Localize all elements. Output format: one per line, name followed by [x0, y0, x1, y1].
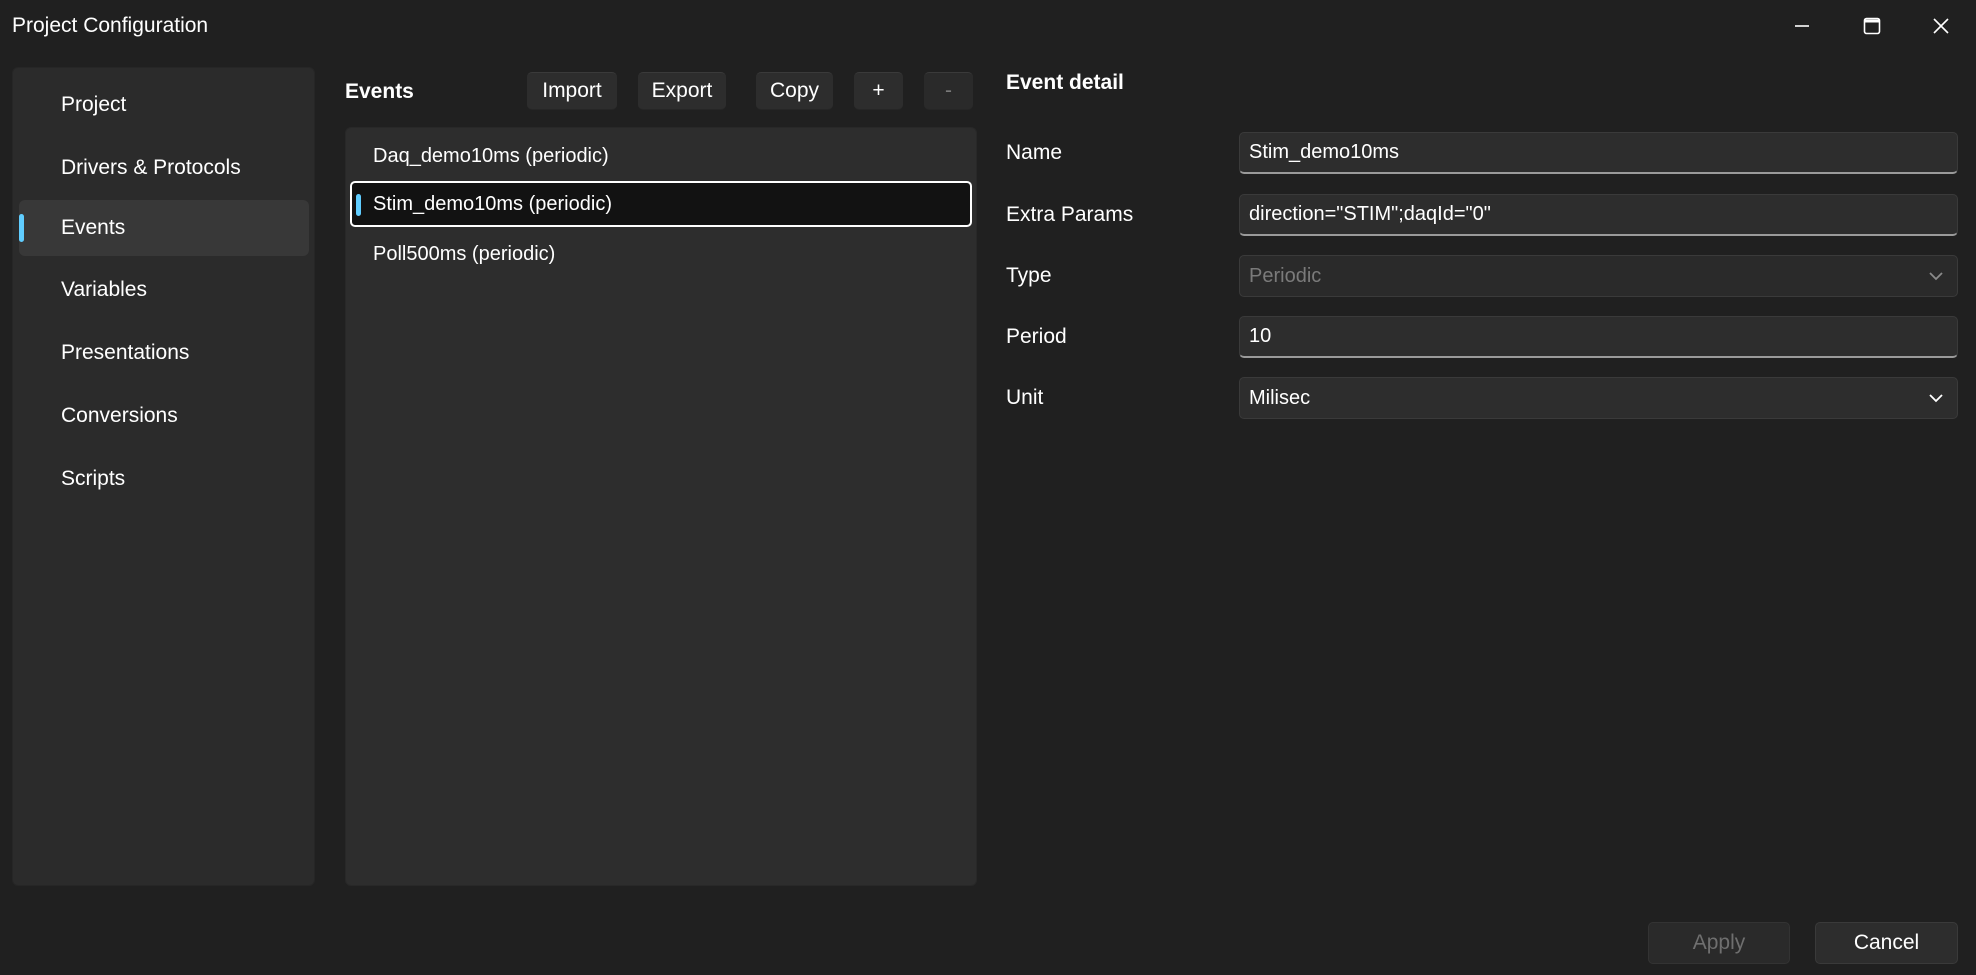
sidebar-item-label: Variables	[61, 278, 147, 301]
selection-indicator	[19, 214, 24, 242]
events-header: Events	[345, 80, 414, 103]
sidebar-nav: Project Drivers & Protocols Events Varia…	[12, 67, 315, 886]
chevron-down-icon	[1927, 267, 1945, 291]
event-list-item-selected[interactable]: Stim_demo10ms (periodic)	[350, 181, 972, 227]
sidebar-item-variables[interactable]: Variables	[19, 262, 309, 318]
sidebar-item-label: Scripts	[61, 467, 126, 490]
event-item-label: Poll500ms (periodic)	[373, 242, 556, 265]
event-item-label: Daq_demo10ms (periodic)	[373, 144, 609, 167]
sidebar-item-label: Project	[61, 93, 127, 116]
maximize-button[interactable]	[1837, 0, 1907, 52]
type-label: Type	[1006, 264, 1052, 287]
sidebar-item-presentations[interactable]: Presentations	[19, 325, 309, 381]
close-icon	[1933, 18, 1949, 34]
period-field[interactable]: 10	[1239, 316, 1958, 358]
minimize-icon	[1795, 25, 1809, 27]
cancel-button[interactable]: Cancel	[1815, 922, 1958, 964]
sidebar-item-events[interactable]: Events	[19, 200, 309, 256]
event-list-item[interactable]: Poll500ms (periodic)	[350, 231, 972, 277]
type-dropdown[interactable]: Periodic	[1239, 255, 1958, 297]
event-list: Daq_demo10ms (periodic) Stim_demo10ms (p…	[345, 127, 977, 886]
type-value: Periodic	[1249, 264, 1322, 287]
maximize-icon	[1863, 17, 1881, 35]
event-list-item[interactable]: Daq_demo10ms (periodic)	[350, 133, 972, 179]
window-title: Project Configuration	[12, 14, 209, 37]
minimize-button[interactable]	[1767, 0, 1837, 52]
selection-indicator	[356, 194, 361, 216]
sidebar-item-drivers-protocols[interactable]: Drivers & Protocols	[19, 140, 309, 196]
period-value: 10	[1249, 325, 1272, 347]
add-event-button[interactable]: +	[854, 72, 903, 110]
period-label: Period	[1006, 325, 1067, 348]
unit-label: Unit	[1006, 386, 1044, 409]
apply-button[interactable]: Apply	[1648, 922, 1790, 964]
export-button[interactable]: Export	[638, 72, 726, 110]
sidebar-item-label: Presentations	[61, 341, 190, 364]
sidebar-item-label: Drivers & Protocols	[61, 156, 241, 179]
extra-params-field[interactable]: direction="STIM";daqId="0"	[1239, 194, 1958, 236]
sidebar-item-scripts[interactable]: Scripts	[19, 451, 309, 507]
title-bar: Project Configuration	[0, 0, 1976, 52]
close-button[interactable]	[1906, 0, 1976, 52]
name-value: Stim_demo10ms	[1249, 141, 1400, 163]
sidebar-item-conversions[interactable]: Conversions	[19, 388, 309, 444]
event-detail-header: Event detail	[1006, 71, 1124, 94]
remove-event-button[interactable]: -	[924, 72, 973, 110]
name-field[interactable]: Stim_demo10ms	[1239, 132, 1958, 174]
unit-value: Milisec	[1249, 386, 1311, 409]
sidebar-item-project[interactable]: Project	[19, 77, 309, 133]
extra-params-value: direction="STIM";daqId="0"	[1249, 203, 1491, 225]
import-button[interactable]: Import	[527, 72, 617, 110]
sidebar-item-label: Conversions	[61, 404, 178, 427]
unit-dropdown[interactable]: Milisec	[1239, 377, 1958, 419]
copy-button[interactable]: Copy	[756, 72, 833, 110]
extra-params-label: Extra Params	[1006, 203, 1134, 226]
event-item-label: Stim_demo10ms (periodic)	[373, 192, 612, 215]
name-label: Name	[1006, 141, 1063, 164]
chevron-down-icon	[1927, 389, 1945, 413]
sidebar-item-label: Events	[61, 216, 126, 239]
